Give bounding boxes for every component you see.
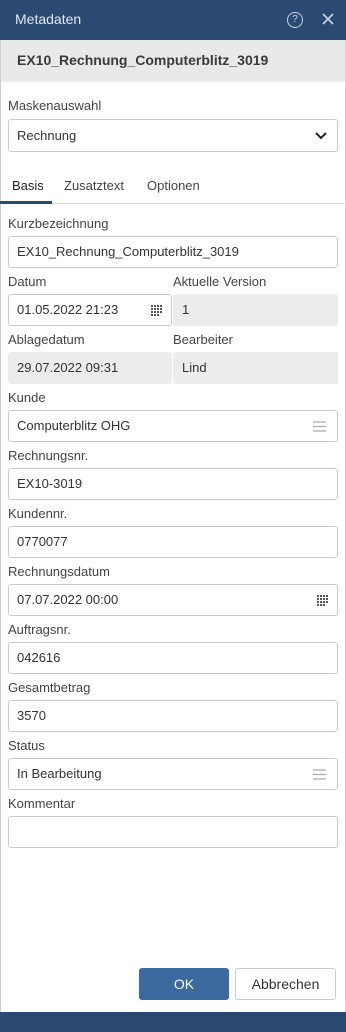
mask-select[interactable]: Rechnung — [8, 119, 338, 152]
gesamtbetrag-field[interactable]: 3570 — [8, 700, 338, 732]
cancel-button[interactable]: Abbrechen — [235, 968, 336, 1000]
rechnungsdatum-value: 07.07.2022 00:00 — [17, 592, 119, 607]
kurzbezeichnung-value: EX10_Rechnung_Computerblitz_3019 — [17, 244, 239, 259]
rechnungsdatum-label: Rechnungsdatum — [8, 564, 110, 579]
bearbeiter-value: Lind — [182, 360, 207, 375]
auftragsnr-field[interactable]: 042616 — [8, 642, 338, 674]
datum-value: 01.05.2022 21:23 — [17, 302, 119, 317]
mask-select-value: Rechnung — [17, 128, 77, 143]
status-field[interactable]: In Bearbeitung — [8, 758, 338, 790]
auftragsnr-label: Auftragsnr. — [8, 622, 71, 637]
tab-zusatztext[interactable]: Zusatztext — [64, 178, 124, 193]
kunde-value: Computerblitz OHG — [17, 418, 131, 433]
ablagedatum-label: Ablagedatum — [8, 332, 85, 347]
bearbeiter-label: Bearbeiter — [173, 332, 233, 347]
kommentar-label: Kommentar — [8, 796, 76, 811]
kommentar-field[interactable] — [8, 816, 338, 848]
tab-optionen[interactable]: Optionen — [147, 178, 200, 193]
kurzbezeichnung-label: Kurzbezeichnung — [8, 216, 109, 231]
aktuelle-version-label: Aktuelle Version — [173, 274, 267, 289]
auftragsnr-value: 042616 — [17, 650, 61, 665]
document-header: EX10_Rechnung_Computerblitz_3019 — [0, 40, 346, 82]
close-icon[interactable] — [320, 11, 336, 27]
dialog-titlebar: Metadaten ? — [0, 0, 346, 40]
ablagedatum-field: 29.07.2022 09:31 — [8, 352, 172, 384]
kundennr-field[interactable]: 0770077 — [8, 526, 338, 558]
datum-field[interactable]: 01.05.2022 21:23 — [8, 294, 172, 326]
rechnungsnr-field[interactable]: EX10-3019 — [8, 468, 338, 500]
kunde-field[interactable]: Computerblitz OHG — [8, 410, 338, 442]
gesamtbetrag-value: 3570 — [17, 708, 46, 723]
bearbeiter-field: Lind — [173, 352, 338, 384]
aktuelle-version-field: 1 — [173, 294, 338, 326]
kundennr-value: 0770077 — [17, 534, 68, 549]
gesamtbetrag-label: Gesamtbetrag — [8, 680, 91, 695]
status-label: Status — [8, 738, 45, 753]
list-icon[interactable] — [313, 421, 326, 432]
calendar-grid-icon[interactable] — [316, 594, 329, 607]
dialog-footer-bar — [0, 1012, 346, 1032]
chevron-down-icon — [315, 132, 327, 140]
rechnungsnr-value: EX10-3019 — [17, 476, 83, 491]
rechnungsdatum-field[interactable]: 07.07.2022 00:00 — [8, 584, 338, 616]
datum-label: Datum — [8, 274, 47, 289]
ablagedatum-value: 29.07.2022 09:31 — [17, 360, 119, 375]
document-title: EX10_Rechnung_Computerblitz_3019 — [17, 52, 269, 68]
tab-bar: Basis Zusatztext Optionen — [0, 172, 346, 204]
ok-button[interactable]: OK — [139, 968, 229, 1000]
help-circle-icon[interactable]: ? — [287, 12, 303, 28]
calendar-grid-icon[interactable] — [150, 304, 163, 317]
list-icon[interactable] — [313, 769, 326, 780]
active-tab-indicator — [0, 201, 52, 204]
mask-label: Maskenauswahl — [8, 98, 102, 113]
rechnungsnr-label: Rechnungsnr. — [8, 448, 89, 463]
kundennr-label: Kundennr. — [8, 506, 68, 521]
aktuelle-version-value: 1 — [182, 302, 190, 317]
kunde-label: Kunde — [8, 390, 46, 405]
tab-basis[interactable]: Basis — [12, 178, 44, 193]
kurzbezeichnung-field[interactable]: EX10_Rechnung_Computerblitz_3019 — [8, 236, 338, 268]
status-value: In Bearbeitung — [17, 766, 102, 781]
dialog-title: Metadaten — [15, 11, 82, 27]
